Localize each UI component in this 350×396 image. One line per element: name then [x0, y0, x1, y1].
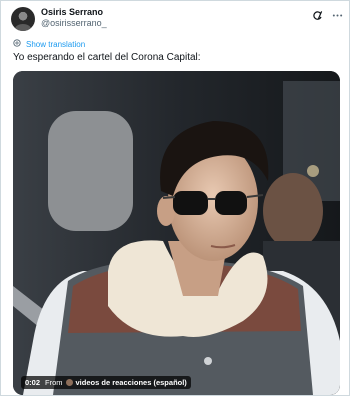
from-label: From [45, 378, 63, 387]
author-handle[interactable]: @osirisserrano_ [41, 18, 107, 29]
tweet-text: Yo esperando el cartel del Corona Capita… [13, 52, 201, 63]
video-info-overlay[interactable]: 0:02 From videos de reacciones (español) [21, 376, 191, 389]
translate-icon [13, 39, 21, 49]
avatar[interactable] [11, 7, 35, 31]
video-source[interactable]: videos de reacciones (español) [76, 378, 187, 387]
show-translation-link[interactable]: Show translation [13, 39, 85, 49]
author-names: Osiris Serrano @osirisserrano_ [41, 7, 107, 29]
author-display-name[interactable]: Osiris Serrano [41, 7, 107, 18]
header-actions [311, 9, 343, 21]
more-icon[interactable] [331, 9, 343, 21]
video-time: 0:02 [25, 378, 41, 387]
tweet-header: Osiris Serrano @osirisserrano_ [11, 7, 343, 33]
video-frame [13, 71, 340, 395]
grok-icon[interactable] [311, 9, 323, 21]
video-player[interactable]: 0:02 From videos de reacciones (español) [13, 71, 340, 395]
tweet-card[interactable]: Osiris Serrano @osirisserrano_ Show tran… [0, 0, 350, 396]
source-avatar [65, 379, 73, 386]
show-translation-label[interactable]: Show translation [26, 40, 85, 49]
